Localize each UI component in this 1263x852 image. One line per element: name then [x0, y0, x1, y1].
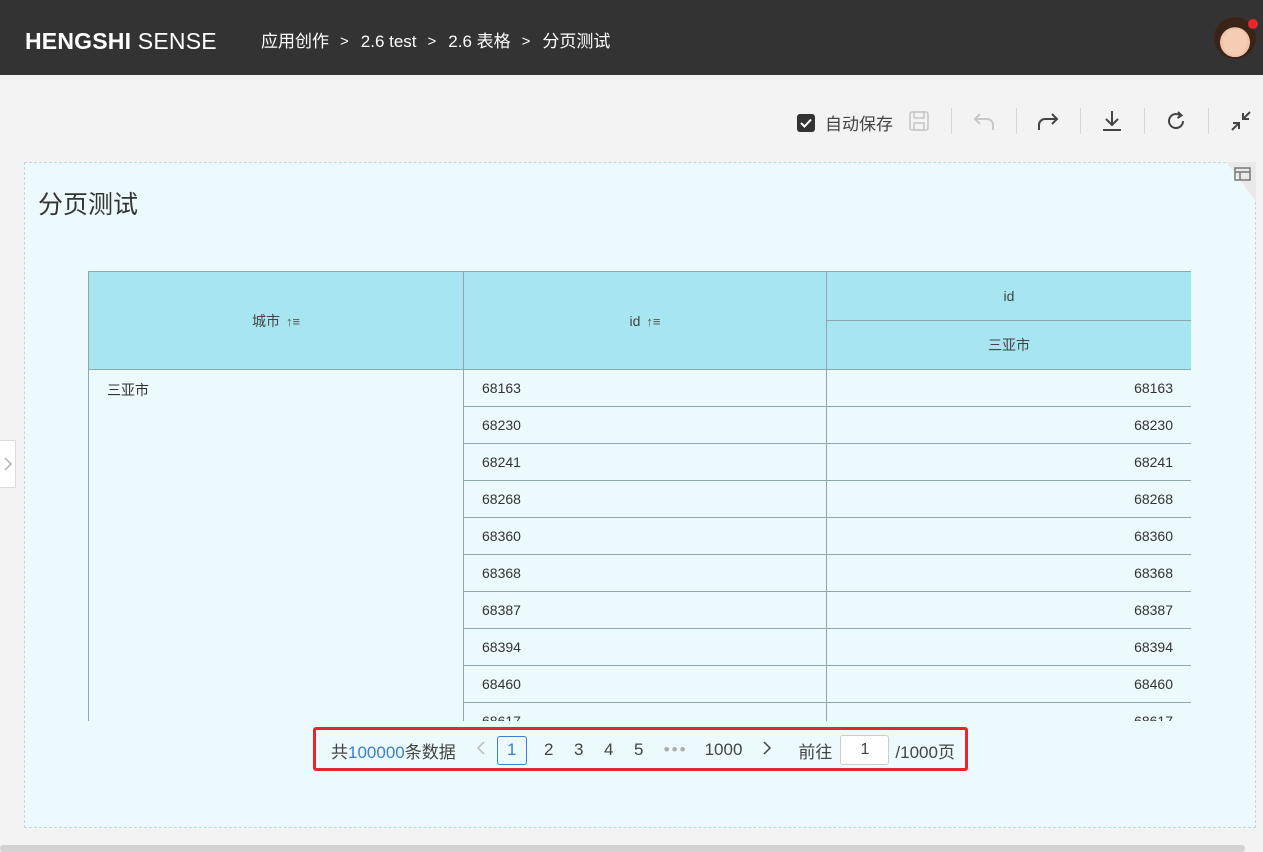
sort-icon[interactable]: ↑≡ — [286, 314, 300, 329]
prev-page-button[interactable] — [476, 740, 485, 760]
brand-light: SENSE — [137, 28, 217, 54]
breadcrumb-item-table[interactable]: 2.6 表格 — [448, 31, 510, 53]
id-cell: 68368 — [463, 554, 827, 592]
total-number: 100000 — [348, 742, 405, 762]
page-button-3[interactable]: 3 — [571, 740, 587, 760]
goto-label: 前往 — [798, 742, 833, 762]
page-button-5[interactable]: 5 — [631, 740, 647, 760]
goto-page-input[interactable]: 1 — [840, 735, 890, 765]
id-cell: 68460 — [463, 665, 827, 703]
city-cell: 三亚市 — [88, 369, 464, 721]
avatar[interactable] — [1214, 17, 1258, 59]
data-table: 城市 ↑≡ id ↑≡ id 三亚市 三亚市 68163 68163 68230 6… — [88, 271, 1191, 721]
column-subheader-label: 三亚市 — [988, 337, 1030, 353]
id-cell: 68230 — [463, 406, 827, 444]
total-suffix: 条数据 — [404, 742, 456, 762]
breadcrumb: 应用创作 > 2.6 test > 2.6 表格 > 分页测试 — [261, 31, 610, 53]
value-cell: 68368 — [826, 554, 1191, 592]
chevron-right-icon — [763, 741, 772, 755]
more-pages-ellipsis-icon[interactable]: ••• — [664, 740, 688, 760]
notification-dot — [1248, 19, 1258, 29]
id-cell: 68241 — [463, 443, 827, 481]
toolbar-divider — [1144, 108, 1145, 134]
breadcrumb-separator: > — [427, 33, 437, 50]
save-icon[interactable] — [906, 108, 932, 134]
breadcrumb-separator: > — [521, 33, 531, 50]
total-count: 共100000条数据 — [331, 738, 456, 763]
expand-sidebar-handle[interactable] — [0, 440, 16, 488]
avatar-face — [1223, 29, 1247, 55]
brand-logo[interactable]: HENGSHI SENSE — [25, 27, 217, 55]
value-cell: 68460 — [826, 665, 1191, 703]
column-subheader: 三亚市 — [826, 320, 1191, 370]
panel-corner-menu[interactable] — [1214, 162, 1256, 202]
id-cell: 68268 — [463, 480, 827, 518]
autosave-checkbox[interactable] — [797, 113, 815, 132]
horizontal-scrollbar[interactable] — [0, 845, 1245, 852]
page-button-1[interactable]: 1 — [496, 735, 527, 765]
value-cell: 68241 — [826, 443, 1191, 481]
table-row: 三亚市 68163 68163 — [88, 369, 1191, 721]
toolbar: 自动保存 — [0, 106, 1263, 136]
pagination: 共100000条数据 1 2 3 4 5 ••• 1000 前往 1 /1000… — [331, 735, 955, 765]
toolbar-divider — [1080, 108, 1081, 134]
top-bar: HENGSHI SENSE 应用创作 > 2.6 test > 2.6 表格 >… — [0, 0, 1263, 75]
column-header-label: 城市 — [251, 312, 280, 329]
breadcrumb-item-app[interactable]: 应用创作 — [261, 31, 329, 53]
column-header-city[interactable]: 城市 ↑≡ — [88, 271, 464, 370]
column-group-label: id — [1003, 288, 1015, 304]
id-cell: 68394 — [463, 628, 827, 666]
value-cell: 68268 — [826, 480, 1191, 518]
collapse-icon[interactable] — [1228, 108, 1254, 134]
value-cell: 68617 — [826, 702, 1191, 721]
chevron-left-icon — [476, 741, 485, 755]
column-group-header: id — [826, 271, 1191, 321]
value-cell: 68360 — [826, 517, 1191, 555]
undo-icon[interactable] — [971, 108, 997, 134]
page-total-label: /1000页 — [895, 742, 955, 762]
autosave-toggle[interactable]: 自动保存 — [797, 110, 893, 135]
panel-title: 分页测试 — [38, 191, 139, 219]
page-button-2[interactable]: 2 — [541, 740, 557, 760]
id-cell: 68617 — [463, 702, 827, 721]
breadcrumb-separator: > — [340, 33, 349, 50]
value-cell: 68230 — [826, 406, 1191, 444]
breadcrumb-item-current: 分页测试 — [542, 32, 611, 51]
value-cell: 68394 — [826, 628, 1191, 666]
column-header-id[interactable]: id ↑≡ — [463, 271, 827, 370]
id-cell: 68387 — [463, 591, 827, 629]
redo-icon[interactable] — [1035, 108, 1061, 134]
toolbar-divider — [1208, 108, 1209, 134]
toolbar-divider — [951, 108, 952, 134]
id-cell: 68163 — [463, 369, 827, 407]
page-button-last[interactable]: 1000 — [705, 740, 743, 760]
breadcrumb-item-test[interactable]: 2.6 test — [361, 31, 417, 53]
id-cell: 68360 — [463, 517, 827, 555]
download-icon[interactable] — [1099, 108, 1125, 134]
chevron-right-icon — [4, 457, 12, 471]
next-page-button[interactable] — [763, 740, 772, 760]
column-header-label: id — [629, 312, 641, 329]
brand-bold: HENGSHI — [25, 28, 132, 54]
refresh-icon[interactable] — [1163, 108, 1189, 134]
page-button-4[interactable]: 4 — [601, 740, 617, 760]
autosave-label: 自动保存 — [825, 115, 893, 134]
toolbar-divider — [1016, 108, 1017, 134]
value-cell: 68387 — [826, 591, 1191, 629]
total-prefix: 共 — [331, 742, 348, 762]
value-cell: 68163 — [826, 369, 1191, 407]
sort-icon[interactable]: ↑≡ — [646, 314, 660, 329]
check-icon — [800, 118, 812, 128]
